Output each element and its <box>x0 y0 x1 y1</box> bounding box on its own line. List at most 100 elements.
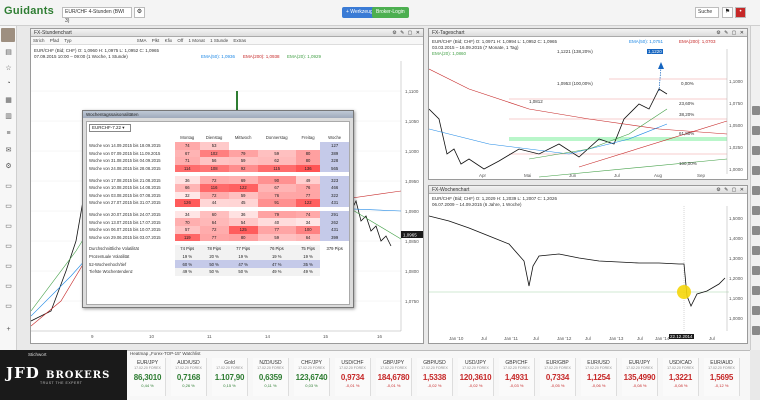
y-tick: 1,1000 <box>729 296 743 301</box>
table-row[interactable]: Woche von 10.08.2015 bis 14.08.2015 66 116… <box>87 183 349 192</box>
ticker-tile[interactable]: EUR/JPY 17.02.20 FOREX 135,4990 -0,08 % <box>622 358 658 396</box>
bell-icon[interactable]: ◔ <box>3 80 14 90</box>
monitor-icon[interactable]: ▭ <box>3 242 14 252</box>
instrument-search-input[interactable]: EUR/CHF 4-Stunden (BWI 3) <box>62 7 132 24</box>
tool-10[interactable]: Extras <box>233 38 246 43</box>
flag-icon[interactable]: ⚑ <box>722 7 733 18</box>
tool-1[interactable]: Strich <box>33 38 45 43</box>
ticker-tile[interactable]: EUR/GBP 17.02.20 FOREX 0,7334 -0,05 % <box>540 358 576 396</box>
table-row[interactable]: Woche von 07.09.2015 bis 11.09.2015 67 102… <box>87 149 349 158</box>
summary-cell: 50 % <box>199 267 229 276</box>
fib-1000-label: 100,00% <box>679 161 697 166</box>
avatar[interactable] <box>752 106 760 115</box>
table-row[interactable]: Woche von 27.07.2015 bis 31.07.2015 126 44… <box>87 199 349 207</box>
table-row[interactable]: Woche von 17.08.2015 bis 21.08.2015 36 72 6… <box>87 176 349 184</box>
avatar[interactable] <box>752 166 760 175</box>
tool-2[interactable]: Pfad <box>50 38 59 43</box>
right-sidebar <box>750 26 760 350</box>
ticker-tile[interactable]: EUR/AUD 17.02.20 FOREX 1,5695 -0,12 % <box>704 358 740 396</box>
monitor-icon[interactable]: ▭ <box>3 282 14 292</box>
global-search-input[interactable]: Suche <box>695 7 719 18</box>
ticker-value: 1,5695 <box>709 373 734 382</box>
tool-8[interactable]: 1 Monat <box>189 38 205 43</box>
avatar[interactable] <box>752 206 760 215</box>
table-row[interactable]: Woche von 20.07.2015 bis 24.07.2015 34 60 3… <box>87 210 349 219</box>
ticker-tile[interactable]: CHF/JPY 17.02.20 FOREX 123,6740 0,03 % <box>294 358 330 396</box>
gear-icon[interactable]: ⚙ <box>134 7 145 18</box>
table-cell <box>295 142 321 150</box>
tool-3[interactable]: Typ <box>64 38 71 43</box>
avatar[interactable] <box>752 126 760 135</box>
ticker-tile[interactable]: USD/CAD 17.02.20 FOREX 1,3221 -0,08 % <box>663 358 699 396</box>
table-row[interactable]: Woche von 06.07.2015 bis 10.07.2015 57 72 1… <box>87 225 349 234</box>
ticker-tile[interactable]: GBP/JPY 17.02.20 FOREX 184,6780 -0,01 % <box>376 358 412 396</box>
settings-icon[interactable]: ⚙ <box>3 162 14 172</box>
ticker-value: 135,4990 <box>623 373 656 382</box>
grid-icon[interactable]: ▦ <box>3 96 14 106</box>
weekly-line[interactable] <box>429 206 749 334</box>
x-tick: Jan '11 <box>504 336 519 341</box>
table-row[interactable]: Woche von 14.09.2015 bis 18.09.2015 74 53 1… <box>87 142 349 150</box>
ticker-tile[interactable]: GBP/USD 17.02.20 FOREX 1,5338 -0,02 % <box>417 358 453 396</box>
ticker-tile[interactable]: AUD/USD 17.02.20 FOREX 0,7168 0,26 % <box>171 358 207 396</box>
seasonality-window[interactable]: Wochentagssaisonalitäten EURCHF-7.22 ▾ M… <box>82 110 354 308</box>
window-controls[interactable]: ⚙ ✎ ▢ ✕ <box>716 186 745 194</box>
ticker-tile[interactable]: NZD/USD 17.02.20 FOREX 0,6359 0,11 % <box>253 358 289 396</box>
table-row[interactable]: Woche von 13.07.2015 bis 17.07.2015 70 64 5… <box>87 218 349 226</box>
table-row[interactable]: Woche von 29.06.2015 bis 03.07.2015 119 77… <box>87 233 349 242</box>
ticker-tile[interactable]: USD/CHF 17.02.20 FOREX 0,9734 -0,01 % <box>335 358 371 396</box>
window-controls[interactable]: ⚙ ✎ ▢ ✕ <box>392 29 421 37</box>
instrument-select[interactable]: EURCHF-7.22 ▾ <box>89 124 131 132</box>
avatar[interactable] <box>752 186 760 195</box>
avatar[interactable] <box>1 28 15 42</box>
folder-icon[interactable]: ▤ <box>3 48 14 58</box>
tool-6[interactable]: Kfix <box>165 38 173 43</box>
table-cell: 76 <box>257 191 296 200</box>
avatar[interactable] <box>752 326 760 335</box>
table-cell: 34 <box>295 218 321 226</box>
tool-4[interactable]: SMA <box>137 38 147 43</box>
chart-icon[interactable]: ▥ <box>3 112 14 122</box>
ticker-tile[interactable]: GBP/CHF 17.02.20 FOREX 1,4931 -0,03 % <box>499 358 535 396</box>
ticker-tile[interactable]: Gold 17.02.20 FOREX 1.107,90 0,15 % <box>212 358 248 396</box>
tool-7[interactable]: Off <box>177 38 183 43</box>
seasonality-body: EURCHF-7.22 ▾ Montag Dienstag Mittwoch Donn… <box>86 121 350 305</box>
tool-5[interactable]: Plkt <box>152 38 160 43</box>
avatar[interactable] <box>752 146 760 155</box>
avatar[interactable] <box>752 286 760 295</box>
jfd-brokers-banner[interactable]: Stichwort JFD BROKERS TRUST THE EXPERT <box>0 350 127 400</box>
monitor-icon[interactable]: ▭ <box>3 222 14 232</box>
star-icon[interactable]: ☆ <box>3 64 14 74</box>
avatar[interactable] <box>752 246 760 255</box>
table-row[interactable]: Woche von 31.08.2015 bis 04.09.2015 71 56 5… <box>87 157 349 165</box>
table-cell: 90 <box>257 176 296 184</box>
avatar[interactable] <box>752 266 760 275</box>
monitor-icon[interactable]: ▭ <box>3 262 14 272</box>
ticker-tile[interactable]: EUR/JPY 17.02.20 FOREX 86,3010 0,44 % <box>130 358 166 396</box>
plus-icon[interactable]: + <box>3 326 14 336</box>
monitor-icon[interactable]: ▭ <box>3 202 14 212</box>
avatar[interactable] <box>752 306 760 315</box>
column-header: Freitag <box>301 134 315 140</box>
table-row[interactable]: Woche von 24.08.2015 bis 28.08.2015 114 10… <box>87 164 349 173</box>
monitor-icon[interactable]: ▭ <box>3 302 14 312</box>
table-cell: 102 <box>199 149 229 158</box>
avatar[interactable] <box>752 226 760 235</box>
tool-9[interactable]: 1 Stunde <box>210 38 228 43</box>
window-controls[interactable]: ⚙ ✎ ▢ ✕ <box>716 29 745 37</box>
notification-icon[interactable]: • <box>735 7 746 18</box>
ticker-tile[interactable]: EUR/USD 17.02.20 FOREX 1,1254 -0,06 % <box>581 358 617 396</box>
monitor-icon[interactable]: ▭ <box>3 182 14 192</box>
x-tick: 9 <box>91 334 94 339</box>
list-icon[interactable]: ≡ <box>3 130 14 140</box>
broker-login-button[interactable]: Broker-Login <box>372 7 409 18</box>
ticker-tile[interactable]: USD/JPY 17.02.20 FOREX 120,3610 -0,02 % <box>458 358 494 396</box>
app-logo[interactable]: Guidants <box>4 5 54 17</box>
summary-cell: 47 % <box>257 260 296 268</box>
table-cell: 49 <box>295 176 321 184</box>
weekly-chart-panel: FX-Wochenchart ⚙ ✎ ▢ ✕ EUR/CHF (Bid; CHF)… <box>428 185 748 344</box>
summary-cell: 20 % <box>199 252 229 261</box>
table-row[interactable]: Woche von 03.08.2015 bis 07.08.2015 32 72 5… <box>87 191 349 200</box>
daily-candles[interactable] <box>429 49 749 181</box>
mail-icon[interactable]: ✉ <box>3 146 14 156</box>
